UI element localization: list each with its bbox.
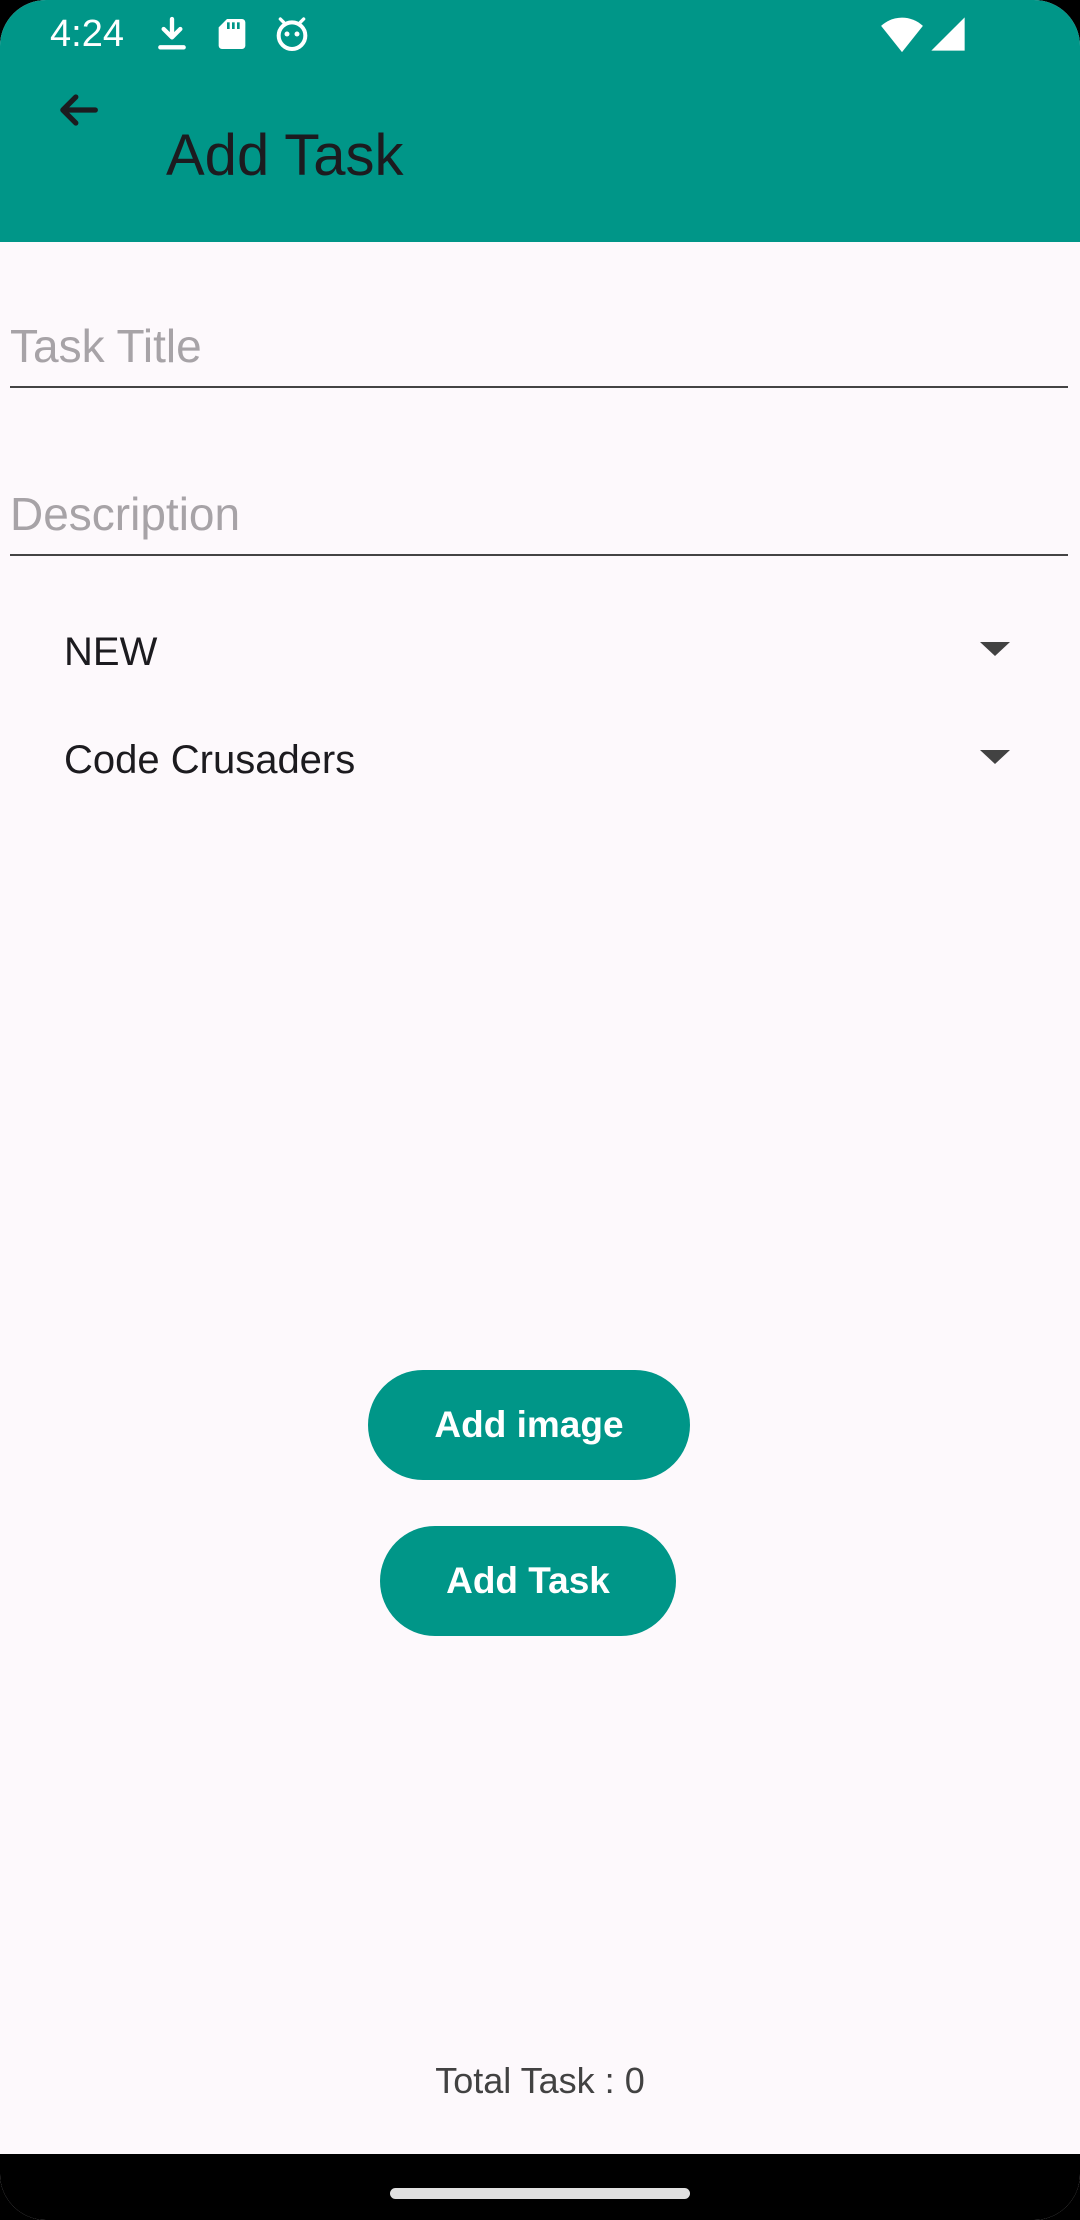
task-title-input[interactable] bbox=[10, 306, 1068, 386]
cellular-icon bbox=[931, 17, 965, 51]
home-gesture-handle[interactable] bbox=[390, 2188, 690, 2199]
description-input[interactable] bbox=[10, 474, 1068, 554]
sd-card-icon bbox=[218, 19, 246, 49]
arrow-back-icon bbox=[60, 94, 98, 126]
description-field[interactable] bbox=[10, 474, 1068, 556]
android-debug-icon bbox=[276, 17, 308, 52]
add-task-button[interactable]: Add Task bbox=[380, 1526, 676, 1636]
dropdown-arrow-icon bbox=[980, 642, 1010, 656]
status-time: 4:24 bbox=[50, 13, 124, 55]
total-task-label: Total Task : 0 bbox=[435, 2060, 645, 2101]
task-title-field[interactable] bbox=[10, 306, 1068, 388]
app-bar: 4:24 Add Task bbox=[0, 0, 1080, 242]
wifi-icon bbox=[881, 17, 923, 53]
navigation-bar bbox=[0, 2154, 1080, 2220]
team-selected-label: Code Crusaders bbox=[64, 737, 356, 782]
team-spinner[interactable]: Code Crusaders bbox=[30, 710, 1010, 810]
page-title: Add Task bbox=[166, 123, 404, 188]
status-selected-label: NEW bbox=[64, 629, 158, 674]
add-task-screen: 4:24 Add Task Task Title Description NEW… bbox=[0, 0, 1080, 2220]
dropdown-arrow-icon bbox=[980, 750, 1010, 764]
status-spinner[interactable]: NEW bbox=[30, 602, 1010, 702]
back-button[interactable] bbox=[30, 62, 126, 158]
download-icon bbox=[158, 16, 186, 50]
add-image-button[interactable]: Add image bbox=[368, 1370, 690, 1480]
